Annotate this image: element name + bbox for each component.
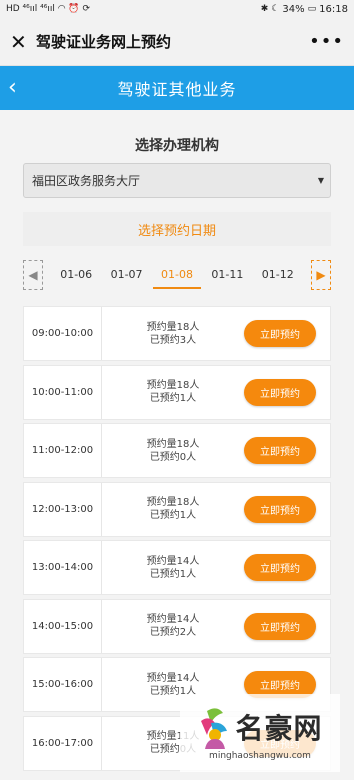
slot-time: 16:00-17:00 (24, 716, 102, 770)
page-title: 驾驶证业务网上预约 (36, 33, 172, 51)
back-arrow-icon[interactable]: ‹ (8, 74, 32, 102)
date-list: 01-06 01-07 01-08 01-11 01-12 (43, 262, 311, 289)
book-now-button[interactable]: 立即预约 (244, 612, 316, 640)
book-now-button[interactable]: 立即预约 (244, 554, 316, 581)
slot-time: 13:00-14:00 (24, 541, 102, 594)
slot-time: 11:00-12:00 (24, 424, 102, 477)
time-slot-row: 11:00-12:00 预约量18人 已预约0人 立即预约 (23, 423, 331, 478)
book-now-button[interactable]: 立即预约 (244, 437, 316, 464)
prev-date-arrow-icon[interactable]: ◀ (23, 260, 43, 290)
clock: 16:18 (319, 3, 348, 15)
time-slot-row: 12:00-13:00 预约量18人 已预约1人 立即预约 (23, 481, 331, 537)
watermark-url: minghaoshangwu.com (209, 751, 311, 761)
nav-bar: ‹ 驾驶证其他业务 (0, 66, 354, 110)
watermark-figure-icon (201, 708, 228, 749)
slot-booked: 已预约1人 (149, 393, 197, 404)
slot-booked: 已预约3人 (149, 334, 197, 346)
slot-quota: 预约量18人 (146, 380, 200, 391)
slot-booked: 已预约2人 (149, 627, 197, 638)
slot-time: 15:00-16:00 (24, 658, 102, 711)
slot-quota: 预约量18人 (146, 321, 200, 333)
date-tab[interactable]: 01-11 (203, 262, 251, 289)
status-bar: HD ⁴⁶ııl ⁴⁶ııl ◠ ⏰ ⟳ ✱ ☾ 34% ▭ 16:18 (0, 0, 354, 18)
date-tab[interactable]: 01-12 (254, 262, 302, 289)
book-now-button[interactable]: 立即预约 (244, 378, 316, 406)
slot-time: 14:00-15:00 (24, 599, 102, 653)
slot-time: 09:00-10:00 (24, 307, 102, 360)
dropdown-caret-icon: ▼ (317, 176, 324, 185)
time-slot-row: 09:00-10:00 预约量18人 已预约3人 立即预约 (23, 306, 331, 361)
slot-quota: 预约量14人 (146, 672, 200, 684)
book-now-button[interactable]: 立即预约 (244, 320, 316, 347)
wechat-header: ✕ 驾驶证业务网上预约 ••• (0, 18, 354, 66)
date-tab[interactable]: 01-07 (103, 262, 151, 289)
slot-booked: 已预约0人 (149, 451, 197, 463)
status-left-icons: HD ⁴⁶ııl ⁴⁶ııl ◠ ⏰ ⟳ (6, 4, 90, 14)
slot-booked: 已预约1人 (149, 568, 197, 580)
slot-quota: 预约量18人 (146, 438, 200, 450)
date-tab[interactable]: 01-08 (152, 262, 201, 289)
slot-info: 预约量14人 已预约2人 (102, 613, 244, 639)
battery-icon: ▭ (307, 4, 317, 14)
signal-icons: HD ⁴⁶ııl ⁴⁶ııl ◠ ⏰ ⟳ (6, 4, 91, 14)
slot-booked: 已预约1人 (149, 510, 197, 521)
nav-title: 驾驶证其他业务 (117, 80, 237, 99)
slot-info: 预约量18人 已预约1人 (102, 379, 244, 405)
book-now-button[interactable]: 立即预约 (244, 495, 316, 523)
time-slot-row: 14:00-15:00 预约量14人 已预约2人 立即预约 (23, 598, 331, 654)
slot-quota: 预约量14人 (146, 555, 200, 567)
main-content: 选择办理机构 福田区政务服务大厅 ▼ 选择预约日期 ◀ 01-06 01-07 01… (0, 135, 354, 771)
slot-info: 预约量18人 已预约0人 (102, 438, 244, 464)
watermark-name: 名豪网 (235, 712, 323, 745)
slot-info: 预约量18人 已预约1人 (102, 496, 244, 522)
date-label: 选择预约日期 (23, 212, 331, 246)
slot-info: 预约量18人 已预约3人 (102, 321, 244, 347)
institution-label: 选择办理机构 (135, 138, 219, 154)
next-date-arrow-icon[interactable]: ▶ (311, 260, 331, 290)
institution-select[interactable]: 福田区政务服务大厅 ▼ (23, 163, 331, 198)
institution-selected: 福田区政务服务大厅 (32, 174, 141, 188)
more-options-icon[interactable]: ••• (309, 31, 344, 52)
time-slot-row: 10:00-11:00 预约量18人 已预约1人 立即预约 (23, 364, 331, 420)
bluetooth-icon: ✱ (260, 4, 269, 14)
slot-quota: 预约量18人 (146, 497, 200, 508)
date-selector: ◀ 01-06 01-07 01-08 01-11 01-12 ▶ (23, 260, 331, 290)
moon-icon: ☾ (271, 4, 280, 14)
watermark-logo: 名豪网 minghaoshangwu.com (180, 694, 340, 772)
slot-info: 预约量14人 已预约1人 (102, 555, 244, 581)
slot-quota: 预约量14人 (146, 614, 200, 625)
date-tab[interactable]: 01-06 (52, 262, 100, 289)
battery-percent: 34% (282, 3, 305, 15)
close-icon[interactable]: ✕ (10, 30, 36, 54)
time-slot-row: 13:00-14:00 预约量14人 已预约1人 立即预约 (23, 540, 331, 595)
slot-time: 12:00-13:00 (24, 482, 102, 536)
slot-time: 10:00-11:00 (24, 365, 102, 419)
